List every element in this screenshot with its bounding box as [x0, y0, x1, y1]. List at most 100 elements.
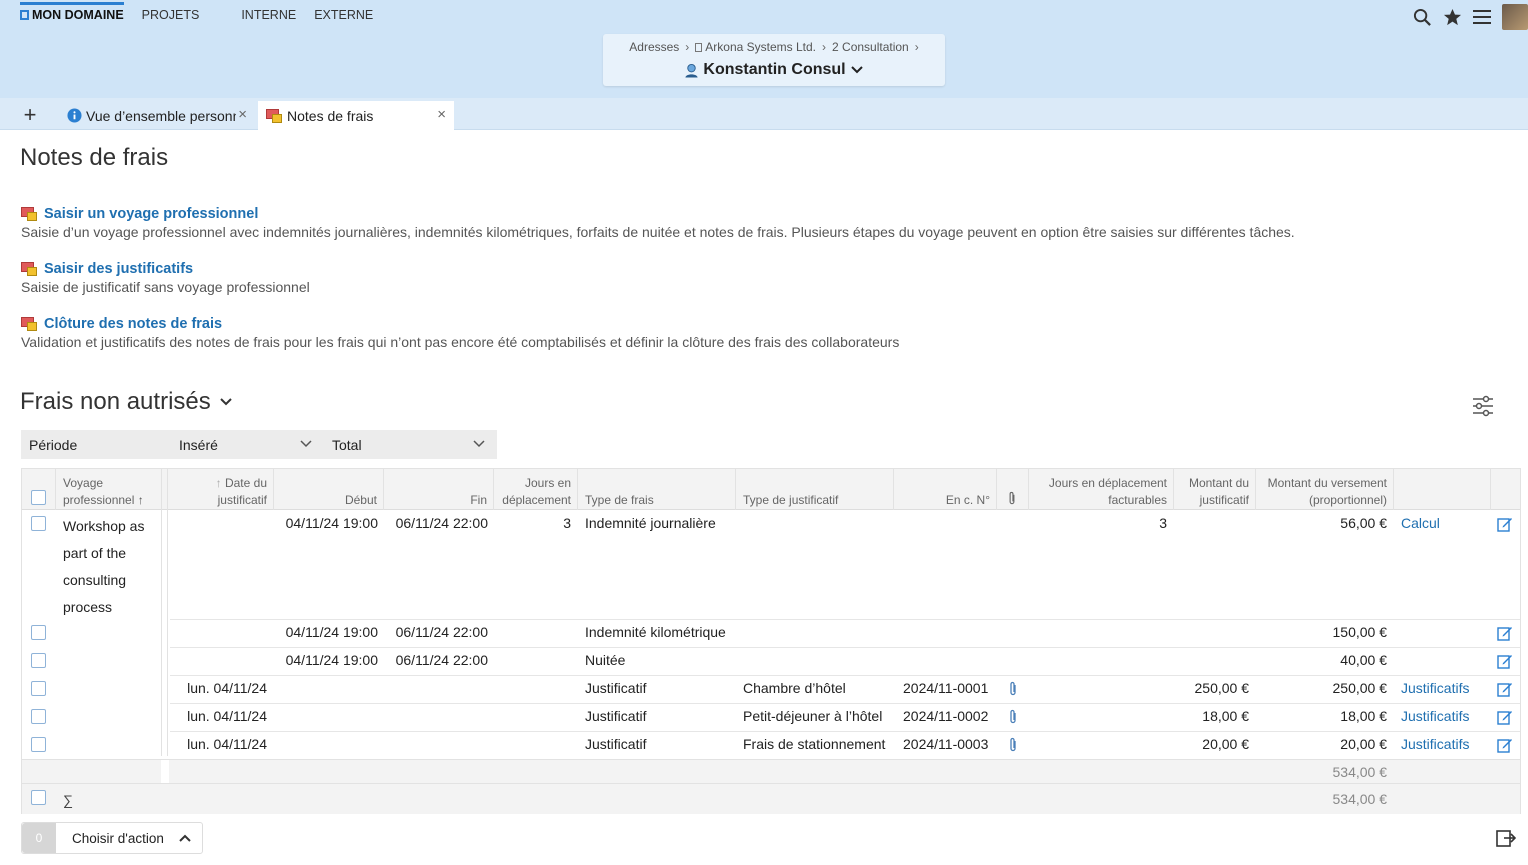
header-jours-facturables[interactable]: Jours en déplacement facturables	[1033, 475, 1167, 509]
cell-type-justificatif: Chambre d’hôtel	[743, 680, 846, 696]
person-selector[interactable]: Konstantin Consul	[603, 61, 945, 79]
nav-mon-domaine[interactable]: MON DOMAINE	[20, 2, 124, 28]
action-description: Validation et justificatifs des notes de…	[21, 334, 900, 350]
justificatifs-link[interactable]: Justificatifs	[1401, 708, 1469, 724]
header-voyage[interactable]: Voyage professionnel ↑	[63, 475, 159, 509]
header-date[interactable]: ↑ Date du justificatif	[172, 475, 267, 509]
total-checkbox[interactable]	[31, 790, 46, 805]
nav-interne[interactable]: INTERNE	[241, 2, 296, 28]
cloture-link[interactable]: Clôture des notes de frais	[21, 316, 899, 332]
header-type-frais[interactable]: Type de frais	[585, 492, 730, 509]
justificatifs-link[interactable]: Justificatifs	[1401, 680, 1469, 696]
section-title-label: Frais non autrisés	[20, 388, 211, 415]
expense-icon	[21, 317, 38, 331]
breadcrumb-consultation[interactable]: 2 Consultation	[832, 40, 909, 54]
cell-fin: 06/11/24 22:00	[395, 515, 488, 531]
sigma-label: ∑	[63, 792, 73, 808]
cell-date: lun. 04/11/24	[187, 680, 267, 696]
section-title[interactable]: Frais non autrisés	[20, 388, 233, 416]
cell-fin: 06/11/24 22:00	[395, 652, 488, 668]
nav-externe[interactable]: EXTERNE	[314, 2, 373, 28]
cell-montant-versement: 20,00 €	[1340, 736, 1387, 752]
edit-icon[interactable]	[1497, 737, 1513, 753]
action-chooser-label: Choisir d'action	[72, 830, 164, 846]
cell-enc: 2024/11-0001	[903, 680, 989, 696]
select-all-checkbox[interactable]	[31, 490, 46, 505]
tab-vue-ensemble[interactable]: Vue d’ensemble personnelle ×	[59, 101, 255, 130]
paperclip-icon[interactable]	[1008, 709, 1018, 725]
header-montant-justificatif[interactable]: Montant du justificatif	[1178, 475, 1249, 509]
edit-icon[interactable]	[1497, 709, 1513, 725]
calcul-link[interactable]: Calcul	[1401, 515, 1440, 531]
cell-montant-justificatif: 18,00 €	[1202, 708, 1249, 724]
building-icon	[695, 43, 703, 52]
header-enc[interactable]: En c. N°	[898, 492, 990, 509]
saisir-voyage-link[interactable]: Saisir un voyage professionnel	[21, 206, 1295, 222]
nav-projets[interactable]: PROJETS	[142, 2, 200, 28]
cell-montant-versement: 150,00 €	[1332, 624, 1388, 640]
header-type-justificatif[interactable]: Type de justificatif	[743, 492, 893, 509]
edit-icon[interactable]	[1497, 516, 1513, 532]
row-checkbox[interactable]	[31, 653, 46, 668]
edit-icon[interactable]	[1497, 653, 1513, 669]
edit-icon[interactable]	[1497, 681, 1513, 697]
add-tab-button[interactable]: +	[20, 102, 40, 128]
chevron-down-icon	[850, 66, 863, 74]
header-montant-versement[interactable]: Montant du versement (proportionnel)	[1260, 475, 1387, 509]
voyage-cell[interactable]: Workshop as part of the consulting proce…	[63, 513, 144, 621]
menu-icon[interactable]	[1472, 6, 1492, 28]
avatar[interactable]	[1502, 4, 1528, 30]
tab-notes-de-frais[interactable]: Notes de frais ×	[258, 101, 454, 130]
filter-insere-select[interactable]: Inséré	[171, 430, 324, 459]
tab-bar: + Vue d’ensemble personnelle × Notes de …	[0, 98, 1528, 130]
cell-debut: 04/11/24 19:00	[285, 515, 378, 531]
expense-icon	[266, 108, 283, 123]
subtotal-row: 534,00 €	[22, 759, 1520, 784]
edit-icon[interactable]	[1497, 625, 1513, 641]
header-jours[interactable]: Jours en déplacement	[498, 475, 571, 509]
row-checkbox[interactable]	[31, 709, 46, 724]
action-chooser[interactable]: 0 Choisir d'action	[21, 822, 203, 854]
header-fin[interactable]: Fin	[388, 492, 487, 509]
selected-count: 0	[22, 823, 56, 853]
info-icon	[67, 108, 82, 123]
cell-montant-justificatif: 250,00 €	[1194, 680, 1250, 696]
filter-total-select[interactable]: Total	[324, 430, 497, 459]
cell-type-justificatif: Petit-déjeuner à l’hôtel	[743, 708, 883, 724]
dashboard-icon	[20, 10, 29, 20]
filter-periode[interactable]: Période	[21, 430, 171, 459]
action-cloture: Clôture des notes de frais Validation et…	[21, 316, 899, 350]
breadcrumb-company[interactable]: Arkona Systems Ltd.	[695, 40, 816, 54]
justificatifs-link[interactable]: Justificatifs	[1401, 736, 1469, 752]
cell-date: lun. 04/11/24	[187, 708, 267, 724]
row-checkbox[interactable]	[31, 516, 46, 531]
header-debut[interactable]: Début	[280, 492, 377, 509]
total-row: ∑ 534,00 €	[22, 783, 1520, 814]
export-icon[interactable]	[1496, 828, 1517, 853]
settings-sliders-icon[interactable]	[1472, 395, 1494, 422]
nav-label: MON DOMAINE	[32, 8, 124, 22]
breadcrumb-adresses[interactable]: Adresses	[629, 40, 679, 54]
action-saisir-justificatifs: Saisir des justificatifs Saisie de justi…	[21, 261, 310, 295]
chevron-down-icon	[220, 398, 232, 406]
breadcrumb-company-label: Arkona Systems Ltd.	[705, 40, 817, 54]
row-checkbox[interactable]	[31, 625, 46, 640]
search-icon[interactable]	[1412, 6, 1432, 28]
row-checkbox[interactable]	[31, 737, 46, 752]
cell-montant-versement: 250,00 €	[1332, 680, 1388, 696]
cell-montant-justificatif: 20,00 €	[1202, 736, 1249, 752]
close-icon[interactable]: ×	[238, 106, 247, 123]
person-icon	[685, 63, 698, 78]
sort-icon: ↑	[215, 476, 222, 490]
cell-montant-versement: 56,00 €	[1340, 515, 1387, 531]
page-title: Notes de frais	[20, 144, 169, 171]
action-description: Saisie de justificatif sans voyage profe…	[21, 279, 310, 295]
paperclip-icon[interactable]	[1008, 737, 1018, 753]
row-checkbox[interactable]	[31, 681, 46, 696]
saisir-justificatifs-link[interactable]: Saisir des justificatifs	[21, 261, 310, 277]
breadcrumb-separator: ›	[914, 40, 919, 54]
total-value: 534,00 €	[1332, 791, 1388, 807]
star-icon[interactable]	[1442, 6, 1462, 28]
close-icon[interactable]: ×	[437, 106, 446, 123]
paperclip-icon[interactable]	[1008, 681, 1018, 697]
